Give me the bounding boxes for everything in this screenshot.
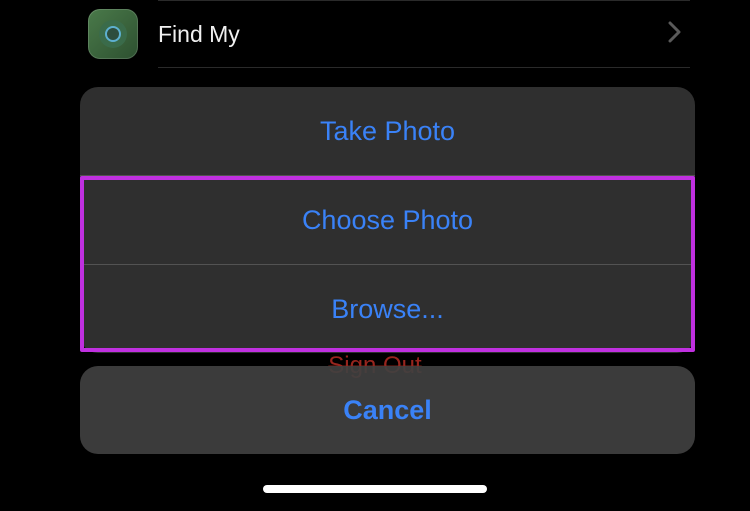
action-sheet: Take Photo Choose Photo Browse... Cancel	[80, 87, 695, 454]
action-sheet-options: Take Photo Choose Photo Browse...	[80, 87, 695, 353]
settings-list-background: Find My	[0, 0, 750, 68]
chevron-right-icon	[668, 19, 682, 50]
option-label: Browse...	[331, 294, 444, 325]
option-browse[interactable]: Browse...	[80, 265, 695, 353]
cancel-button[interactable]: Cancel	[80, 366, 695, 454]
option-choose-photo[interactable]: Choose Photo	[80, 176, 695, 264]
divider	[158, 0, 690, 1]
home-indicator[interactable]	[263, 485, 487, 493]
findmy-icon	[88, 9, 138, 59]
settings-row-findmy: Find My	[0, 0, 750, 68]
settings-row-label: Find My	[158, 21, 240, 48]
divider	[158, 67, 690, 68]
cancel-label: Cancel	[343, 395, 432, 426]
option-take-photo[interactable]: Take Photo	[80, 87, 695, 175]
option-label: Choose Photo	[302, 205, 473, 236]
option-label: Take Photo	[320, 116, 455, 147]
